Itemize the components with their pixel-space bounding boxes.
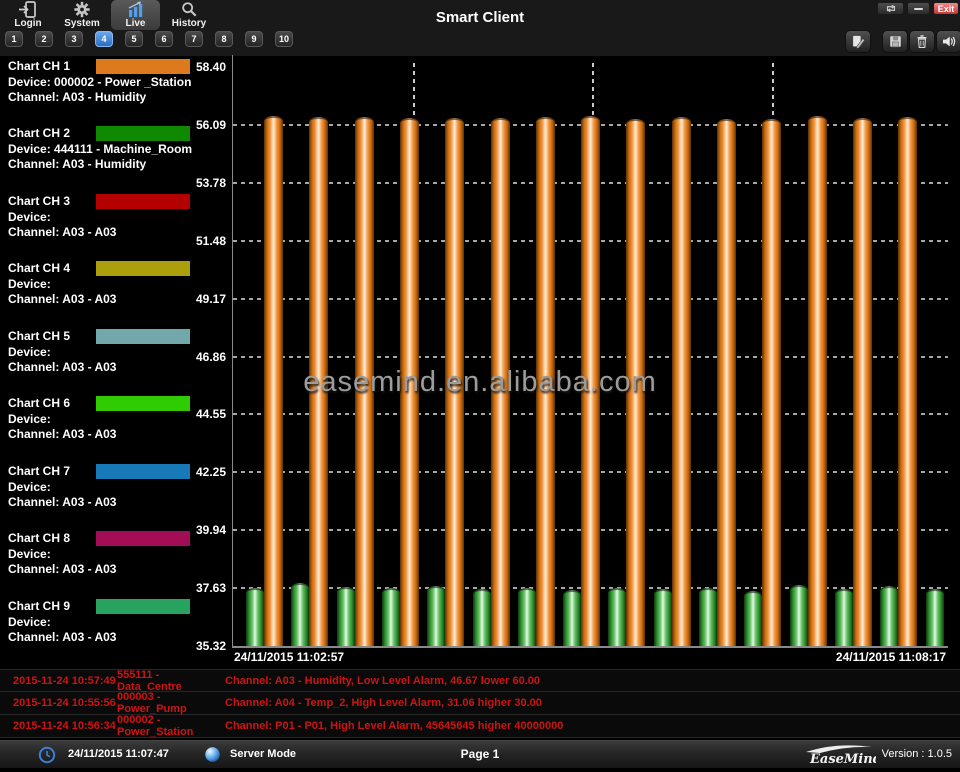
- exit-button[interactable]: Exit: [933, 2, 959, 15]
- channel-channel-label: Channel: A03 - Humidity: [8, 157, 146, 171]
- minimize-button[interactable]: [907, 2, 930, 15]
- alarm-device: 555111 - Data_Centre: [117, 669, 225, 693]
- save-button[interactable]: [882, 30, 908, 53]
- x-axis-start-label: 24/11/2015 11:02:57: [234, 650, 344, 664]
- page-button-10[interactable]: 10: [275, 31, 293, 47]
- watermark: easemind.en.alibaba.com: [0, 366, 960, 399]
- bar-green: [337, 587, 355, 646]
- bar-green: [744, 591, 762, 646]
- channel-name: Chart CH 4: [8, 261, 70, 275]
- channel-device-label: Device:: [8, 345, 51, 359]
- channel-name: Chart CH 7: [8, 464, 70, 478]
- channel-device-label: Device:: [8, 412, 51, 426]
- alarm-device: 000002 - Power_Station: [117, 714, 225, 738]
- channel-name: Chart CH 5: [8, 329, 70, 343]
- v-time-marker: [413, 63, 415, 125]
- channel-device-label: Device:: [8, 277, 51, 291]
- v-time-marker: [772, 63, 774, 125]
- alarm-message: Channel: A04 - Temp_2, High Level Alarm,…: [225, 697, 960, 709]
- app-title: Smart Client: [0, 9, 960, 26]
- switch-window-button[interactable]: [877, 2, 904, 15]
- bar-green: [880, 586, 898, 646]
- bar-green: [563, 590, 581, 646]
- page-button-7[interactable]: 7: [185, 31, 203, 47]
- speaker-icon: [941, 34, 957, 49]
- alarm-message: Channel: P01 - P01, High Level Alarm, 45…: [225, 720, 960, 732]
- y-tick-49.17: 49.17: [160, 292, 226, 306]
- channel-channel-label: Channel: A03 - A03: [8, 292, 116, 306]
- y-tick-58.40: 58.40: [160, 60, 226, 74]
- channel-name: Chart CH 9: [8, 599, 70, 613]
- channel-channel-label: Channel: A03 - Humidity: [8, 90, 146, 104]
- y-tick-35.32: 35.32: [160, 639, 226, 653]
- page-button-1[interactable]: 1: [5, 31, 23, 47]
- alarm-message: Channel: A03 - Humidity, Low Level Alarm…: [225, 675, 960, 687]
- channel-device-label: Device:: [8, 615, 51, 629]
- y-tick-42.25: 42.25: [160, 465, 226, 479]
- bar-green: [291, 583, 309, 646]
- edit-button[interactable]: [845, 30, 871, 53]
- bar-green: [699, 588, 717, 646]
- channel-device-label: Device:: [8, 210, 51, 224]
- alarm-row-3[interactable]: 2015-11-24 10:56:34000002 - Power_Statio…: [0, 715, 960, 738]
- y-tick-44.55: 44.55: [160, 407, 226, 421]
- y-tick-51.48: 51.48: [160, 234, 226, 248]
- page-button-2[interactable]: 2: [35, 31, 53, 47]
- bar-green: [790, 585, 808, 646]
- y-tick-56.09: 56.09: [160, 118, 226, 132]
- channel-channel-label: Channel: A03 - A03: [8, 225, 116, 239]
- bar-green: [835, 589, 853, 646]
- alarm-row-2[interactable]: 2015-11-24 10:55:56000003 - Power_PumpCh…: [0, 692, 960, 715]
- y-axis-labels: 58.40 56.09 53.78 51.48 49.17 46.86 44.55 42.25…: [160, 55, 226, 655]
- y-tick-37.63: 37.63: [160, 581, 226, 595]
- bar-green: [926, 589, 944, 646]
- x-axis-end-label: 24/11/2015 11:08:17: [836, 650, 946, 664]
- page-button-9[interactable]: 9: [245, 31, 263, 47]
- y-tick-53.78: 53.78: [160, 176, 226, 190]
- svg-text:EaseMind: EaseMind: [809, 752, 876, 767]
- y-tick-46.86: 46.86: [160, 350, 226, 364]
- bar-chart-plot: [232, 55, 948, 648]
- alarm-time: 2015-11-24 10:55:56: [13, 697, 117, 709]
- status-bar: 24/11/2015 11:07:47 Server Mode Page 1 E…: [0, 740, 960, 768]
- channel-channel-label: Channel: A03 - A03: [8, 495, 116, 509]
- page-button-4[interactable]: 4: [95, 31, 113, 47]
- alarm-row-1[interactable]: 2015-11-24 10:57:49555111 - Data_CentreC…: [0, 669, 960, 692]
- bar-green: [473, 589, 491, 646]
- alarm-time: 2015-11-24 10:57:49: [13, 675, 117, 687]
- bar-green: [608, 588, 626, 646]
- bar-green: [654, 589, 672, 646]
- alarm-list: 2015-11-24 10:57:49555111 - Data_CentreC…: [0, 669, 960, 738]
- channel-device-label: Device:: [8, 547, 51, 561]
- bar-green: [518, 588, 536, 646]
- edit-icon: [850, 34, 866, 49]
- page-button-3[interactable]: 3: [65, 31, 83, 47]
- channel-name: Chart CH 3: [8, 194, 70, 208]
- channel-channel-label: Channel: A03 - A03: [8, 562, 116, 576]
- bar-green: [246, 588, 264, 646]
- page-button-5[interactable]: 5: [125, 31, 143, 47]
- channel-name: Chart CH 1: [8, 59, 70, 73]
- bar-green: [382, 588, 400, 646]
- delete-button[interactable]: [909, 30, 935, 53]
- version-label: Version : 1.0.5: [882, 748, 952, 760]
- save-icon: [888, 34, 903, 49]
- alarm-time: 2015-11-24 10:56:34: [13, 720, 117, 732]
- alarm-device: 000003 - Power_Pump: [117, 691, 225, 715]
- top-bar: Login System Live History Smart Client E…: [0, 0, 960, 56]
- page-button-8[interactable]: 8: [215, 31, 233, 47]
- bar-green: [427, 586, 445, 646]
- channel-device-label: Device:: [8, 480, 51, 494]
- y-tick-39.94: 39.94: [160, 523, 226, 537]
- channel-name: Chart CH 2: [8, 126, 70, 140]
- page-button-6[interactable]: 6: [155, 31, 173, 47]
- trash-icon: [915, 34, 929, 49]
- sound-button[interactable]: [936, 30, 960, 53]
- channel-channel-label: Channel: A03 - A03: [8, 427, 116, 441]
- channel-name: Chart CH 8: [8, 531, 70, 545]
- channel-channel-label: Channel: A03 - A03: [8, 630, 116, 644]
- minimize-icon: [914, 8, 923, 10]
- switch-window-icon: [884, 4, 898, 13]
